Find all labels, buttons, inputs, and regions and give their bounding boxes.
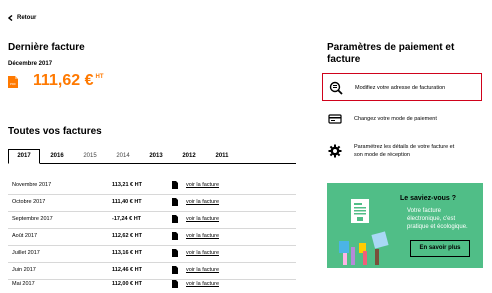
- tab-2012[interactable]: 2012: [174, 150, 204, 163]
- promo-title: Le saviez-vous ?: [400, 195, 457, 202]
- file-icon: [172, 198, 178, 206]
- change-payment-label: Changez votre mode de paiement: [354, 116, 437, 122]
- table-row: Mai 2017 112,00 € HT voir la facture: [8, 276, 296, 293]
- table-row: Septembre 2017 -17,24 € HT voir la factu…: [8, 211, 296, 229]
- amount-tax-label: HT: [95, 74, 104, 80]
- file-icon: [172, 181, 178, 189]
- year-tabs: 2017 2016 2015 2014 2013 2012 2011: [8, 149, 296, 164]
- invoice-settings-label: Paramétrez les détails de votre facture …: [354, 143, 454, 159]
- invoice-amount: 113,16 € HT: [112, 250, 142, 256]
- promo-body-line3: pratique et écologique.: [407, 224, 468, 230]
- amount-value: 111,62 €: [33, 72, 94, 89]
- pdf-icon: PDF: [8, 76, 18, 88]
- invoice-month: Octobre 2017: [12, 199, 46, 205]
- view-invoice-link[interactable]: voir la facture: [186, 216, 219, 222]
- invoice-amount: 112,00 € HT: [112, 281, 142, 287]
- invoice-month: Août 2017: [12, 233, 38, 239]
- view-invoice-link[interactable]: voir la facture: [186, 250, 219, 256]
- file-icon: [172, 249, 178, 257]
- invoice-amount: 112,46 € HT: [112, 267, 142, 273]
- tab-2016[interactable]: 2016: [42, 150, 72, 163]
- back-label: Retour: [17, 15, 37, 21]
- view-invoice-link[interactable]: voir la facture: [186, 182, 219, 188]
- tab-2011[interactable]: 2011: [207, 150, 237, 163]
- tab-2013[interactable]: 2013: [141, 150, 171, 163]
- invoice-settings-line2: son mode de réception: [354, 152, 410, 158]
- pdf-download-icon[interactable]: PDF: [8, 75, 18, 93]
- last-invoice-amount: 111,62 € HT: [33, 72, 104, 90]
- address-search-icon: [329, 81, 343, 95]
- invoice-month: Juin 2017: [12, 267, 36, 273]
- invoice-amount: 113,21 € HT: [112, 182, 142, 188]
- promo-body-line1: Votre facture: [407, 208, 442, 214]
- view-invoice-link[interactable]: voir la facture: [186, 267, 219, 273]
- file-icon: [172, 232, 178, 240]
- promo-banner: Le saviez-vous ? Votre facture électroni…: [327, 183, 483, 268]
- settings-title: Paramètres de paiement et facture: [327, 42, 454, 66]
- last-invoice-title: Dernière facture: [8, 42, 85, 53]
- view-invoice-link[interactable]: voir la facture: [186, 233, 219, 239]
- invoice-month: Septembre 2017: [12, 216, 53, 222]
- file-icon: [172, 215, 178, 223]
- view-invoice-link[interactable]: voir la facture: [186, 281, 219, 287]
- tab-2015[interactable]: 2015: [75, 150, 105, 163]
- ecology-illustration: [339, 199, 389, 265]
- table-row: Août 2017 112,62 € HT voir la facture: [8, 228, 296, 246]
- invoices-title: Toutes vos factures: [8, 126, 102, 137]
- chevron-left-icon: [8, 15, 13, 21]
- invoice-settings-line1: Paramétrez les détails de votre facture …: [354, 144, 455, 150]
- invoice-amount: 112,62 € HT: [112, 233, 142, 239]
- invoice-month: Juillet 2017: [12, 250, 40, 256]
- view-invoice-link[interactable]: voir la facture: [186, 199, 219, 205]
- table-row: Juillet 2017 113,16 € HT voir la facture: [8, 245, 296, 263]
- tab-2014[interactable]: 2014: [108, 150, 138, 163]
- invoice-settings-item[interactable]: Paramétrez les détails de votre facture …: [322, 137, 482, 165]
- table-row: Octobre 2017 111,40 € HT voir la facture: [8, 194, 296, 212]
- change-payment-item[interactable]: Changez votre mode de paiement: [322, 105, 482, 133]
- settings-title-line1: Paramètres de paiement et: [327, 42, 455, 53]
- gear-icon: [328, 144, 342, 158]
- invoice-month: Novembre 2017: [12, 182, 52, 188]
- invoice-amount: -17,24 € HT: [112, 216, 142, 222]
- learn-more-button[interactable]: En savoir plus: [410, 240, 470, 257]
- back-link[interactable]: Retour: [8, 15, 36, 21]
- file-icon: [172, 280, 178, 288]
- invoice-month: Mai 2017: [12, 281, 35, 287]
- settings-title-line2: facture: [327, 54, 361, 65]
- table-row: Novembre 2017 113,21 € HT voir la factur…: [8, 177, 296, 195]
- promo-body: Votre facture électronique, c'est pratiq…: [407, 207, 481, 231]
- tab-2017[interactable]: 2017: [8, 149, 40, 164]
- file-icon: [172, 266, 178, 274]
- invoice-amount: 111,40 € HT: [112, 199, 142, 205]
- credit-card-icon: [328, 114, 342, 124]
- promo-body-line2: électronique, c'est: [407, 216, 456, 222]
- change-billing-address-item[interactable]: Modifiez votre adresse de facturation: [322, 73, 482, 101]
- change-address-label: Modifiez votre adresse de facturation: [355, 85, 446, 91]
- svg-text:PDF: PDF: [10, 82, 16, 86]
- last-invoice-month: Décembre 2017: [8, 61, 53, 67]
